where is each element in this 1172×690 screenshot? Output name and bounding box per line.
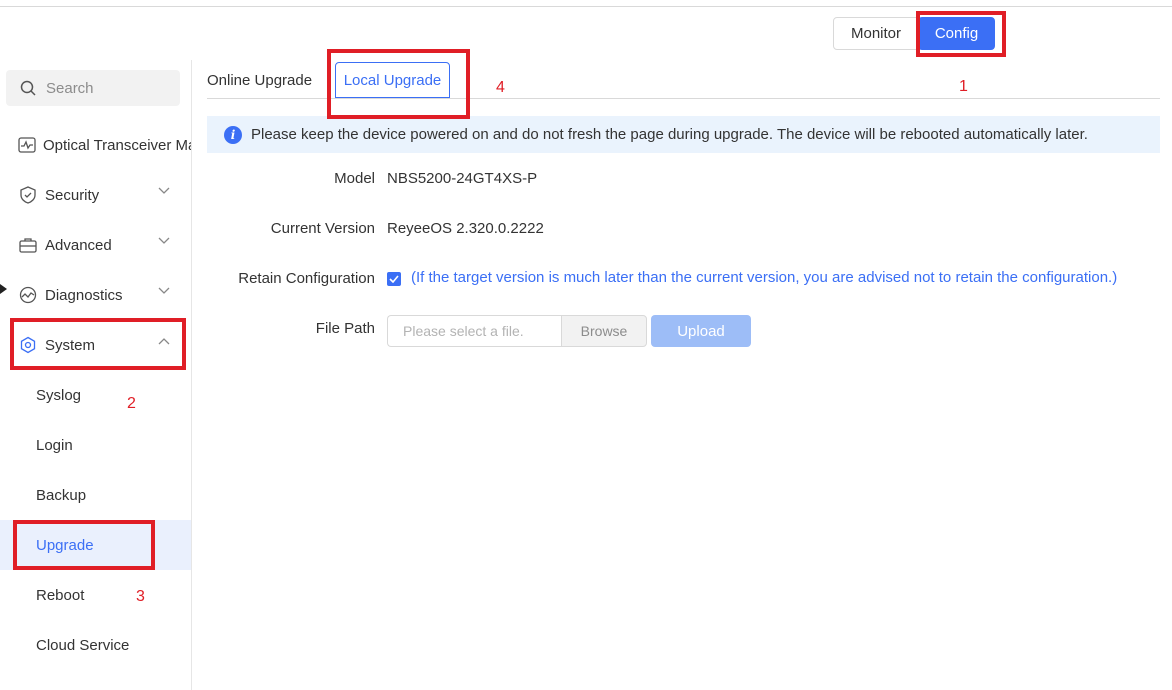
annotation-number-2: 2 bbox=[127, 395, 136, 412]
sidebar-item-security[interactable]: Security bbox=[0, 170, 191, 220]
current-version-label: Current Version bbox=[270, 220, 375, 237]
info-banner: i Please keep the device powered on and … bbox=[207, 116, 1160, 153]
info-icon: i bbox=[224, 125, 242, 144]
sidebar-subitem-reboot[interactable]: Reboot bbox=[0, 570, 191, 620]
sidebar-subitem-cloud-service[interactable]: Cloud Service bbox=[0, 620, 191, 670]
pulse-icon bbox=[18, 135, 36, 155]
sidebar-item-label: Advanced bbox=[45, 236, 112, 254]
sidebar-item-diagnostics[interactable]: Diagnostics bbox=[0, 270, 191, 320]
browse-button[interactable]: Browse bbox=[561, 315, 647, 347]
retain-configuration-note: (If the target version is much later tha… bbox=[411, 269, 1118, 286]
search-icon bbox=[20, 80, 36, 96]
check-icon bbox=[389, 275, 399, 283]
file-path-input[interactable]: Please select a file. bbox=[387, 315, 562, 347]
upload-button[interactable]: Upload bbox=[651, 315, 751, 347]
search-placeholder: Search bbox=[46, 79, 94, 97]
chevron-down-icon bbox=[158, 187, 170, 194]
diagnostics-icon bbox=[18, 285, 38, 305]
annotation-box-local-upgrade bbox=[327, 49, 470, 119]
sidebar: Search Optical Transceiver Ma Security A… bbox=[0, 60, 192, 690]
sidebar-item-label: Security bbox=[45, 186, 100, 204]
annotation-number-4: 4 bbox=[496, 79, 505, 96]
sidebar-item-optical-transceiver[interactable]: Optical Transceiver Ma bbox=[0, 120, 192, 170]
info-banner-text: Please keep the device powered on and do… bbox=[251, 126, 1088, 143]
annotation-box-upgrade bbox=[13, 520, 155, 570]
annotation-number-3: 3 bbox=[136, 588, 145, 605]
sidebar-item-label: Optical Transceiver Ma bbox=[43, 136, 192, 154]
sidebar-subitem-login[interactable]: Login bbox=[0, 420, 191, 470]
monitor-button[interactable]: Monitor bbox=[833, 17, 919, 50]
tab-online-upgrade[interactable]: Online Upgrade bbox=[207, 62, 312, 98]
sidebar-subitem-syslog[interactable]: Syslog bbox=[0, 370, 191, 420]
top-divider bbox=[0, 6, 1172, 7]
sidebar-subitem-backup[interactable]: Backup bbox=[0, 470, 191, 520]
chevron-down-icon bbox=[158, 287, 170, 294]
file-path-label: File Path bbox=[315, 320, 375, 337]
model-label: Model bbox=[334, 170, 375, 187]
search-input[interactable]: Search bbox=[6, 70, 180, 106]
collapse-sidebar-icon[interactable] bbox=[0, 282, 8, 296]
annotation-box-config bbox=[916, 11, 1006, 57]
model-value: NBS5200-24GT4XS-P bbox=[387, 170, 538, 187]
toolbox-icon bbox=[18, 235, 38, 255]
retain-configuration-checkbox[interactable] bbox=[387, 272, 401, 286]
file-path-placeholder: Please select a file. bbox=[403, 323, 524, 339]
sidebar-item-advanced[interactable]: Advanced bbox=[0, 220, 191, 270]
retain-configuration-label: Retain Configuration bbox=[238, 270, 375, 287]
current-version-value: ReyeeOS 2.320.0.2222 bbox=[387, 220, 544, 237]
shield-icon bbox=[18, 185, 38, 205]
annotation-number-1: 1 bbox=[959, 78, 968, 95]
annotation-box-system bbox=[10, 318, 186, 370]
chevron-down-icon bbox=[158, 237, 170, 244]
sidebar-item-label: Diagnostics bbox=[45, 286, 123, 304]
